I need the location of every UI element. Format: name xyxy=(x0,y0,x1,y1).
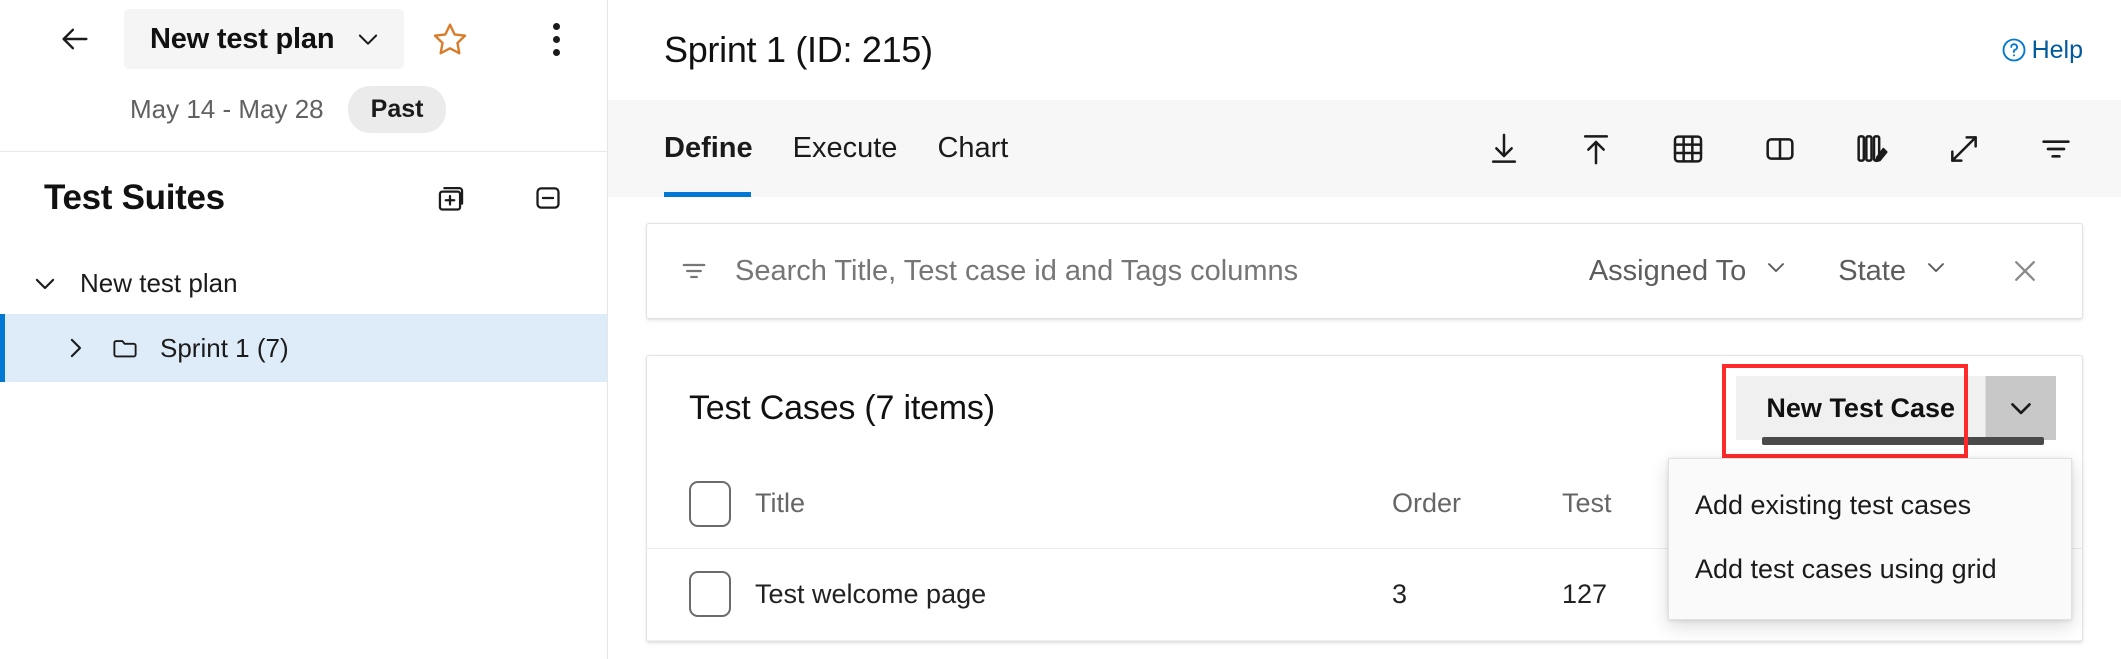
expand-all-icon xyxy=(433,181,467,215)
cell-order: 3 xyxy=(1392,548,1562,640)
folder-icon xyxy=(110,333,140,363)
grid-view-button[interactable] xyxy=(1661,122,1715,176)
tab-label: Execute xyxy=(793,132,898,165)
test-plan-sidebar: New test plan xyxy=(0,0,608,659)
expand-all-button[interactable] xyxy=(427,175,473,221)
more-vertical-icon-dot xyxy=(553,49,560,56)
star-icon xyxy=(431,20,469,58)
select-all-header xyxy=(647,460,755,548)
expand-diagonal-icon xyxy=(1944,129,1984,169)
full-screen-button[interactable] xyxy=(1937,122,1991,176)
test-suite-tree: New test plan Sprint 1 (7) xyxy=(0,244,607,382)
more-options-button[interactable] xyxy=(534,13,578,65)
download-button[interactable] xyxy=(1477,122,1531,176)
test-cases-header: Test Cases (7 items) New Test Case xyxy=(647,356,2082,460)
plan-header: New test plan xyxy=(0,0,607,152)
tab-list: Define Execute Chart xyxy=(664,100,1028,197)
filter-button[interactable] xyxy=(2029,122,2083,176)
tab-execute[interactable]: Execute xyxy=(773,100,918,197)
tree-item-label: New test plan xyxy=(80,268,238,299)
arrow-left-icon xyxy=(58,22,92,56)
close-icon xyxy=(2008,254,2042,288)
search-input[interactable] xyxy=(735,224,1547,318)
new-test-case-split-button: New Test Case Add xyxy=(1736,376,2056,440)
content-area: Assigned To State xyxy=(608,223,2121,642)
main-content: Sprint 1 (ID: 215) Help Define Exe xyxy=(608,0,2121,659)
column-options-icon xyxy=(1852,129,1892,169)
cell-title: Test welcome page xyxy=(755,548,1392,640)
column-options-button[interactable] xyxy=(1845,122,1899,176)
test-suites-actions xyxy=(427,175,571,221)
help-link[interactable]: Help xyxy=(2000,36,2083,65)
assigned-to-label: Assigned To xyxy=(1589,255,1746,288)
more-vertical-icon-dot xyxy=(553,36,560,43)
chevron-down-icon xyxy=(2004,391,2038,425)
plan-header-row-secondary: May 14 - May 28 Past xyxy=(0,78,607,140)
assigned-to-filter[interactable]: Assigned To xyxy=(1583,245,1796,297)
menu-item-add-existing-test-cases[interactable]: Add existing test cases xyxy=(1669,473,2071,537)
upload-button[interactable] xyxy=(1569,122,1623,176)
tree-item-label: Sprint 1 (7) xyxy=(160,333,289,364)
state-filter[interactable]: State xyxy=(1832,245,1956,297)
filter-icon xyxy=(2036,129,2076,169)
download-icon xyxy=(1484,129,1524,169)
more-vertical-icon xyxy=(553,23,560,30)
tab-label: Define xyxy=(664,132,753,165)
chevron-down-icon xyxy=(354,25,382,53)
test-cases-panel: Test Cases (7 items) New Test Case xyxy=(646,355,2083,642)
tab-chart[interactable]: Chart xyxy=(917,100,1028,197)
chevron-down-icon xyxy=(1922,253,1950,289)
new-test-case-dropdown-toggle[interactable] xyxy=(1986,376,2056,440)
new-test-case-button[interactable]: New Test Case xyxy=(1736,376,1986,440)
clear-filters-button[interactable] xyxy=(2002,248,2048,294)
pane-layout-button[interactable] xyxy=(1753,122,1807,176)
tree-item-new-test-plan[interactable]: New test plan xyxy=(0,252,607,314)
collapse-all-button[interactable] xyxy=(525,175,571,221)
test-suites-title: Test Suites xyxy=(44,178,225,218)
menu-item-label: Add existing test cases xyxy=(1695,490,1971,521)
row-checkbox[interactable] xyxy=(689,571,731,617)
chevron-down-icon xyxy=(1762,253,1790,289)
column-header-order[interactable]: Order xyxy=(1392,460,1562,548)
suite-toolbar xyxy=(1477,122,2083,176)
select-all-checkbox[interactable] xyxy=(689,481,731,527)
plan-selector-button[interactable]: New test plan xyxy=(124,9,404,69)
status-badge: Past xyxy=(348,86,447,133)
row-select-cell xyxy=(647,548,755,640)
tree-item-sprint-1[interactable]: Sprint 1 (7) xyxy=(0,314,607,382)
plan-name-label: New test plan xyxy=(150,23,334,56)
favorite-button[interactable] xyxy=(426,15,474,63)
plan-header-row-primary: New test plan xyxy=(0,0,607,78)
test-plans-app: New test plan xyxy=(0,0,2121,659)
help-label: Help xyxy=(2032,36,2083,65)
test-cases-title: Test Cases (7 items) xyxy=(689,389,995,428)
grid-icon xyxy=(1668,129,1708,169)
filter-lines-icon xyxy=(677,254,711,288)
question-circle-icon xyxy=(2000,36,2028,64)
search-filter-bar: Assigned To State xyxy=(646,223,2083,319)
tab-define[interactable]: Define xyxy=(664,100,773,197)
column-layout-icon xyxy=(1760,129,1800,169)
state-label: State xyxy=(1838,255,1906,288)
upload-icon xyxy=(1576,129,1616,169)
menu-item-label: Add test cases using grid xyxy=(1695,554,1997,585)
tab-label: Chart xyxy=(937,132,1008,165)
split-button-underline xyxy=(1762,437,2044,445)
tab-bar: Define Execute Chart xyxy=(608,100,2121,197)
column-header-title[interactable]: Title xyxy=(755,460,1392,548)
new-test-case-menu: Add existing test cases Add test cases u… xyxy=(1668,458,2072,620)
plan-date-range: May 14 - May 28 xyxy=(130,94,324,125)
suite-header: Sprint 1 (ID: 215) Help xyxy=(608,0,2121,100)
chevron-right-icon[interactable] xyxy=(52,325,98,371)
test-suites-header: Test Suites xyxy=(0,152,607,244)
chevron-down-icon[interactable] xyxy=(22,260,68,306)
back-button[interactable] xyxy=(52,16,98,62)
page-title: Sprint 1 (ID: 215) xyxy=(664,29,933,71)
new-test-case-label: New Test Case xyxy=(1766,393,1955,424)
menu-item-add-test-cases-using-grid[interactable]: Add test cases using grid xyxy=(1669,537,2071,601)
collapse-all-icon xyxy=(531,181,565,215)
